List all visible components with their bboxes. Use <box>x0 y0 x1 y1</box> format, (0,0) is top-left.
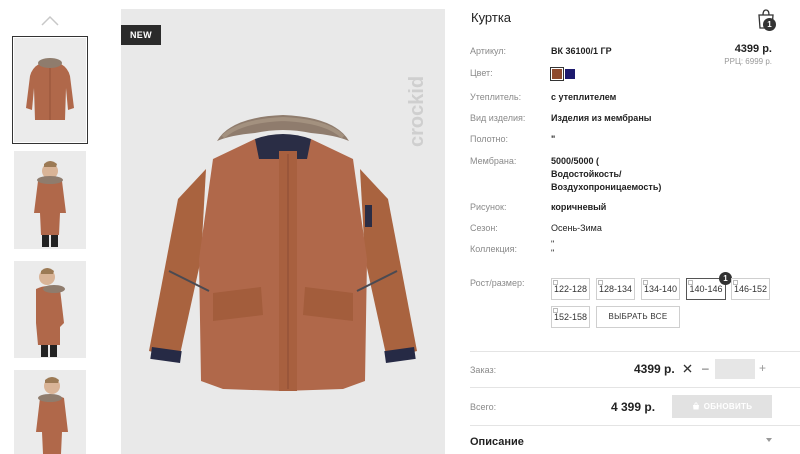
quantity-increase-button[interactable]: + <box>759 361 766 375</box>
size-option-122-128[interactable]: 122-128 <box>551 278 590 300</box>
thumbnail-model-front[interactable] <box>14 151 86 249</box>
size-option-label: 140-146 <box>689 284 723 294</box>
product-price: 4399 р. <box>734 43 772 55</box>
total-price: 4 399 р. <box>611 400 656 414</box>
size-checkbox-icon <box>688 280 693 285</box>
spec-label-insulation: Утеплитель: <box>470 92 522 102</box>
divider <box>470 351 800 352</box>
spec-label-membrane: Мембрана: <box>470 156 517 166</box>
remove-order-icon[interactable] <box>683 364 692 373</box>
sizes-label: Рост/размер: <box>470 278 525 288</box>
thumbnail-model-back[interactable] <box>14 370 86 454</box>
divider <box>470 425 800 426</box>
size-option-134-140[interactable]: 134-140 <box>641 278 680 300</box>
total-label: Всего: <box>470 402 497 412</box>
spec-label-pattern: Рисунок: <box>470 202 507 212</box>
spec-value-membrane: 5000/5000 ( Водостойкость/ Воздухопрониц… <box>551 156 662 192</box>
size-option-152-158[interactable]: 152-158 <box>551 306 590 328</box>
description-toggle[interactable]: Описание <box>470 436 524 448</box>
spec-label-fabric: Полотно: <box>470 134 509 144</box>
update-cart-label: ОБНОВИТЬ <box>703 402 753 411</box>
select-all-sizes-button[interactable]: ВЫБРАТЬ ВСЕ <box>596 306 680 328</box>
product-main-image[interactable]: NEW crockid <box>121 9 445 454</box>
spec-value-collection: " " <box>551 239 555 258</box>
spec-label-color: Цвет: <box>470 68 493 78</box>
spec-label-season: Сезон: <box>470 223 498 233</box>
size-option-label: 134-140 <box>643 284 678 294</box>
spec-value-article: ВК 36100/1 ГР <box>551 46 612 56</box>
new-badge: NEW <box>121 25 161 45</box>
size-checkbox-icon <box>733 280 738 285</box>
order-label: Заказ: <box>470 365 497 375</box>
brand-logo-text: crockid <box>406 76 428 147</box>
brand-logo: crockid <box>403 21 431 151</box>
size-checkbox-icon <box>643 280 648 285</box>
spec-value-fabric: " <box>551 134 556 144</box>
spec-value-item-type: Изделия из мембраны <box>551 113 652 123</box>
spec-value-pattern: коричневый <box>551 202 607 212</box>
spec-label-collection: Коллекция: <box>470 244 518 254</box>
size-option-146-152[interactable]: 146-152 <box>731 278 770 300</box>
quantity-decrease-button[interactable]: – <box>702 361 709 375</box>
size-option-label: 146-152 <box>733 284 768 294</box>
color-swatch-brown[interactable] <box>550 67 564 81</box>
size-option-label: 122-128 <box>553 284 588 294</box>
size-option-label: 152-158 <box>553 312 588 322</box>
jacket-illustration <box>149 115 417 391</box>
chevron-down-icon[interactable] <box>766 438 772 442</box>
spec-label-item-type: Вид изделия: <box>470 113 526 123</box>
order-price: 4399 р. <box>634 362 675 376</box>
size-checkbox-icon <box>553 308 558 313</box>
thumbnail-jacket-front[interactable] <box>12 36 88 144</box>
quantity-input[interactable] <box>715 359 755 379</box>
product-info-panel: Куртка 1 4399 р. РРЦ: 6999 р. Артикул: В… <box>470 0 800 454</box>
product-rrp: РРЦ: 6999 р. <box>724 57 772 66</box>
spec-label-article: Артикул: <box>470 46 507 56</box>
spec-value-season: Осень-Зима <box>551 223 602 233</box>
divider <box>470 387 800 388</box>
size-checkbox-icon <box>553 280 558 285</box>
product-title: Куртка <box>471 10 512 25</box>
size-checkbox-icon <box>598 280 603 285</box>
spec-value-insulation: с утеплителем <box>551 92 617 102</box>
update-cart-button[interactable]: ОБНОВИТЬ <box>672 395 772 418</box>
size-option-label: 128-134 <box>598 284 633 294</box>
thumbnails-up-chevron-icon[interactable] <box>40 14 60 26</box>
size-option-128-134[interactable]: 128-134 <box>596 278 635 300</box>
cart-count-badge: 1 <box>763 18 776 31</box>
update-cart-icon <box>692 402 699 410</box>
color-swatch-navy[interactable] <box>565 69 575 79</box>
thumbnail-model-side[interactable] <box>14 261 86 358</box>
